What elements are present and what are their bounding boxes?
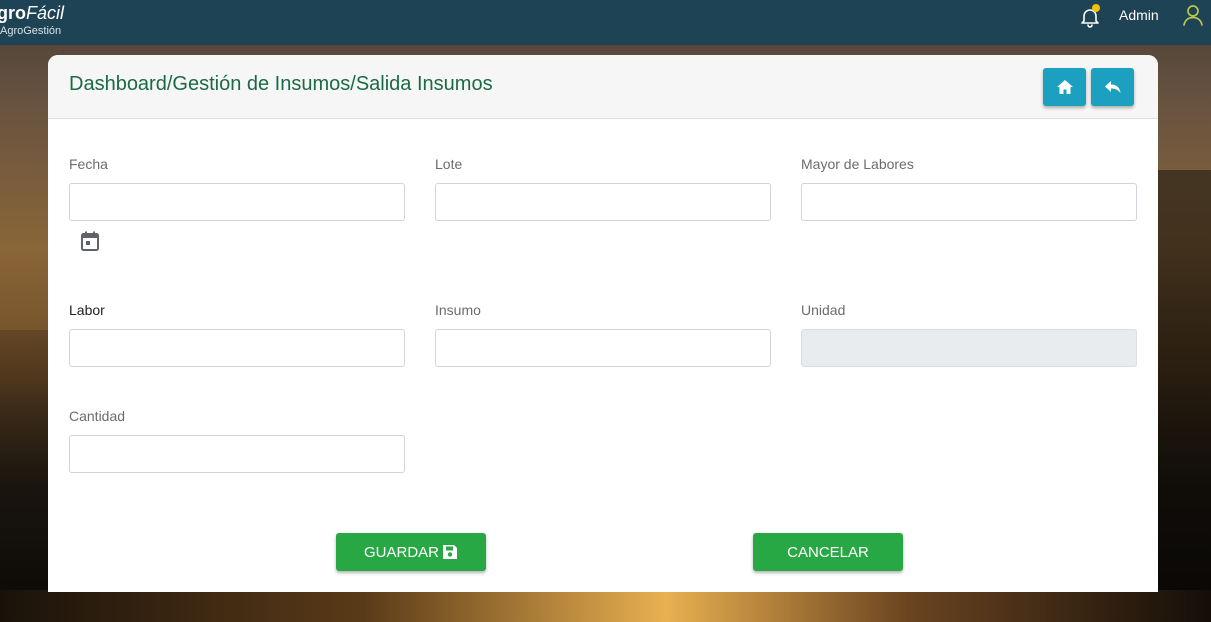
- top-navbar: groFácil AgroGestión Admin: [0, 0, 1211, 45]
- back-button[interactable]: [1091, 68, 1134, 106]
- labor-input[interactable]: [69, 329, 405, 367]
- brand-logo[interactable]: groFácil AgroGestión: [0, 4, 64, 37]
- cantidad-label: Cantidad: [69, 408, 126, 424]
- unidad-input: [801, 329, 1137, 367]
- page-title: Dashboard/Gestión de Insumos/Salida Insu…: [69, 73, 493, 95]
- background-water: [0, 590, 1211, 622]
- floppy-disk-icon: [443, 545, 457, 559]
- user-icon[interactable]: [1181, 3, 1205, 27]
- cancel-button-label: CANCELAR: [787, 543, 869, 561]
- fecha-label: Fecha: [69, 156, 108, 172]
- insumo-label: Insumo: [435, 302, 481, 318]
- labor-label: Labor: [69, 302, 105, 318]
- brand-subtitle: AgroGestión: [0, 25, 62, 37]
- form-card: Dashboard/Gestión de Insumos/Salida Insu…: [48, 55, 1158, 592]
- cantidad-input[interactable]: [69, 435, 405, 473]
- save-button[interactable]: GUARDAR: [336, 533, 486, 571]
- lote-label: Lote: [435, 156, 463, 172]
- fecha-input[interactable]: [69, 183, 405, 221]
- notification-dot: [1092, 4, 1100, 12]
- reply-icon: [1104, 81, 1120, 93]
- unidad-label: Unidad: [801, 302, 846, 318]
- user-name[interactable]: Admin: [1119, 7, 1159, 23]
- save-button-label: GUARDAR: [363, 543, 439, 561]
- home-icon: [1056, 80, 1073, 94]
- insumo-input[interactable]: [435, 329, 771, 367]
- home-button[interactable]: [1043, 68, 1086, 106]
- brand-name: groFácil: [0, 3, 65, 23]
- card-header: Dashboard/Gestión de Insumos/Salida Insu…: [48, 55, 1158, 119]
- lote-input[interactable]: [435, 183, 771, 221]
- mayor-labores-label: Mayor de Labores: [801, 156, 914, 172]
- calendar-icon[interactable]: [79, 230, 101, 252]
- cancel-button[interactable]: CANCELAR: [753, 533, 903, 571]
- mayor-labores-input[interactable]: [801, 183, 1137, 221]
- background-tree-right: [1153, 170, 1211, 622]
